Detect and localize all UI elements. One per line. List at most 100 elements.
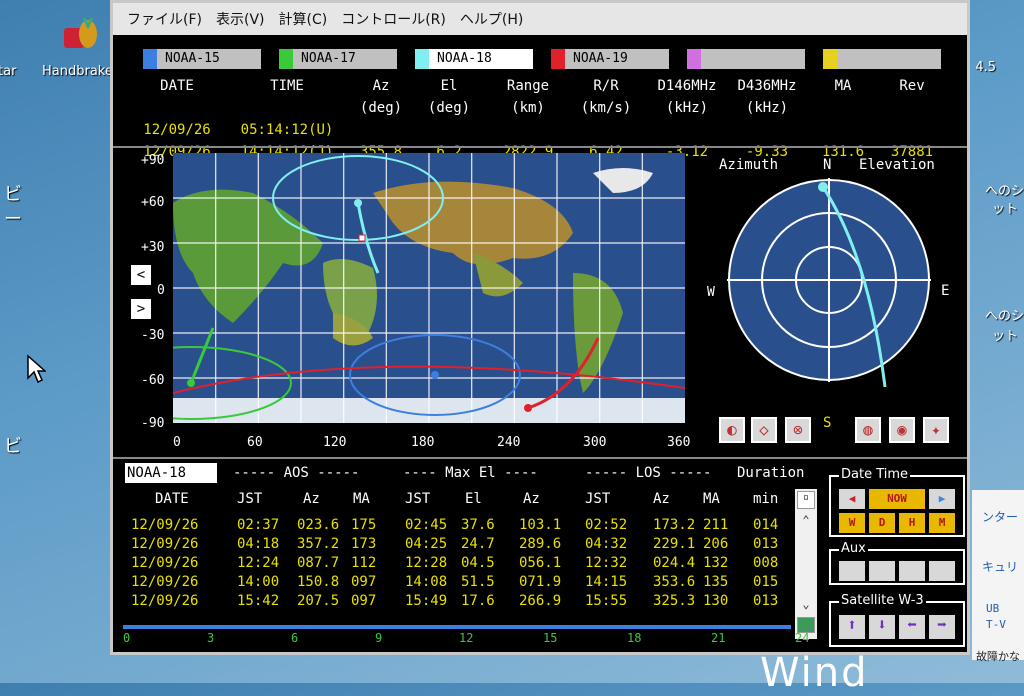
pass-cell: 014 (753, 517, 779, 533)
col-date: DATE 12/09/26 12/09/26 (137, 75, 217, 163)
sat-left-icon[interactable]: ⬅ (899, 615, 925, 639)
time-week-button[interactable]: W (839, 513, 865, 533)
aux-button-4[interactable] (929, 561, 955, 581)
pass-cell: 12:32 (585, 555, 628, 571)
col-unit (227, 97, 347, 119)
col-unit (877, 97, 947, 119)
sat-up-icon[interactable]: ⬆ (839, 615, 865, 639)
pass-cell: 04:32 (585, 536, 628, 552)
menu-file[interactable]: ファイル(F) (127, 9, 202, 29)
sat-down-icon[interactable]: ⬇ (869, 615, 895, 639)
th-max-az: Az (523, 491, 540, 507)
menu-view[interactable]: 表示(V) (216, 9, 265, 29)
sat-slot-1[interactable]: NOAA-15 (143, 49, 261, 69)
th-los-az: Az (653, 491, 670, 507)
sat-slot-5[interactable] (687, 49, 805, 69)
col-ma: MA 131.6 (813, 75, 873, 163)
bg-label-help: 故障かな (976, 650, 1020, 663)
sat-right-icon[interactable]: ➡ (929, 615, 955, 639)
datetime-title: Date Time (839, 467, 911, 482)
timeline-tick: 21 (711, 631, 726, 645)
satellite-panel: Satellite W-3 ⬆ ⬇ ⬅ ➡ (829, 593, 965, 647)
ground-station-marker (358, 234, 366, 242)
pass-cell: 130 (703, 593, 729, 609)
pass-cell: 206 (703, 536, 729, 552)
sat-slot-6[interactable] (823, 49, 941, 69)
group-duration: Duration (737, 465, 805, 481)
map-scroll-left-button[interactable]: < (131, 265, 151, 285)
pass-satellite-field[interactable]: NOAA-18 (125, 463, 217, 483)
time-forward-button[interactable]: ▶ (929, 489, 955, 509)
th-duration-min: min (753, 491, 779, 507)
menu-help[interactable]: ヘルプ(H) (460, 9, 523, 29)
col-unit: (km/s) (580, 100, 632, 116)
pass-cell: 056.1 (519, 555, 562, 571)
pass-cell: 015 (753, 574, 779, 590)
handbrake-icon[interactable] (58, 12, 100, 52)
aux-button-3[interactable] (899, 561, 925, 581)
scroll-up-icon[interactable]: ⌃ (797, 513, 815, 527)
polar-svg (727, 178, 931, 387)
aux-button-1[interactable] (839, 561, 865, 581)
sat-name: NOAA-17 (301, 51, 356, 66)
sat-slot-2[interactable]: NOAA-17 (279, 49, 397, 69)
aux-button-2[interactable] (869, 561, 895, 581)
map-scroll-right-button[interactable]: > (131, 299, 151, 319)
scroll-top-icon[interactable]: ▫ (797, 491, 815, 509)
col-value-1 (569, 119, 643, 141)
pass-cell: 04.5 (461, 555, 495, 571)
desktop-label-bi2: ビ (4, 436, 22, 457)
timeline-tick: 3 (207, 631, 215, 645)
world-map[interactable] (173, 153, 685, 423)
x-tick: 60 (247, 435, 263, 450)
desktop-label-handbrake[interactable]: Handbrake (42, 64, 113, 79)
col-label: D436MHz (737, 78, 797, 94)
y-tick: -90 (141, 416, 165, 431)
th-date: DATE (155, 491, 189, 507)
pass-cell: 15:42 (237, 593, 280, 609)
pass-table-scrollbar[interactable]: ▫ ⌃ ⌄ (795, 489, 817, 639)
pass-cell: 12/09/26 (131, 536, 199, 552)
x-tick: 120 (323, 435, 347, 450)
time-now-button[interactable]: NOW (869, 489, 925, 509)
pass-cell: 14:15 (585, 574, 628, 590)
col-unit: (deg) (427, 100, 471, 116)
footprint-icon[interactable]: ◐ (719, 417, 745, 443)
col-value-1 (419, 119, 479, 141)
time-day-button[interactable]: D (869, 513, 895, 533)
y-tick: -30 (141, 328, 165, 343)
star-icon[interactable]: ✦ (923, 417, 949, 443)
pass-cell: 02:37 (237, 517, 280, 533)
time-minute-button[interactable]: M (929, 513, 955, 533)
earth-icon[interactable]: ◉ (889, 417, 915, 443)
pass-cell: 013 (753, 536, 779, 552)
pass-cell: 071.9 (519, 574, 562, 590)
col-label: Az (372, 78, 390, 94)
scroll-down-icon[interactable]: ⌄ (797, 597, 815, 611)
time-back-button[interactable]: ◀ (839, 489, 865, 509)
group-los: ----- LOS ----- (585, 465, 712, 481)
background-window-panel: ンター キュリ UB T-V 故障かな (972, 490, 1024, 663)
col-unit (137, 97, 217, 119)
pass-cell: 103.1 (519, 517, 562, 533)
sat-slot-3[interactable]: NOAA-18 (415, 49, 533, 69)
th-los-jst: JST (585, 491, 611, 507)
pass-cell: 12/09/26 (131, 574, 199, 590)
sat-color-swatch (823, 49, 837, 69)
globe-icon[interactable]: ⊗ (785, 417, 811, 443)
col-label: MA (834, 78, 852, 94)
noaa15-position (431, 371, 439, 379)
x-tick: 360 (667, 435, 691, 450)
menu-calc[interactable]: 計算(C) (279, 9, 328, 29)
sat-slot-4[interactable]: NOAA-19 (551, 49, 669, 69)
satellite-tracker-window: ファイル(F) 表示(V) 計算(C) コントロール(R) ヘルプ(H) NOA… (110, 0, 970, 655)
pass-cell: 12:28 (405, 555, 448, 571)
pass-cell: 02:45 (405, 517, 448, 533)
menu-control[interactable]: コントロール(R) (341, 9, 446, 29)
time-hour-button[interactable]: H (899, 513, 925, 533)
col-value-1 (877, 119, 947, 141)
desktop-label-shortcut2: へのシ (984, 309, 1024, 324)
pass-cell: 12/09/26 (131, 593, 199, 609)
sphere-icon[interactable]: ◍ (855, 417, 881, 443)
shield-icon[interactable]: ◇ (751, 417, 777, 443)
